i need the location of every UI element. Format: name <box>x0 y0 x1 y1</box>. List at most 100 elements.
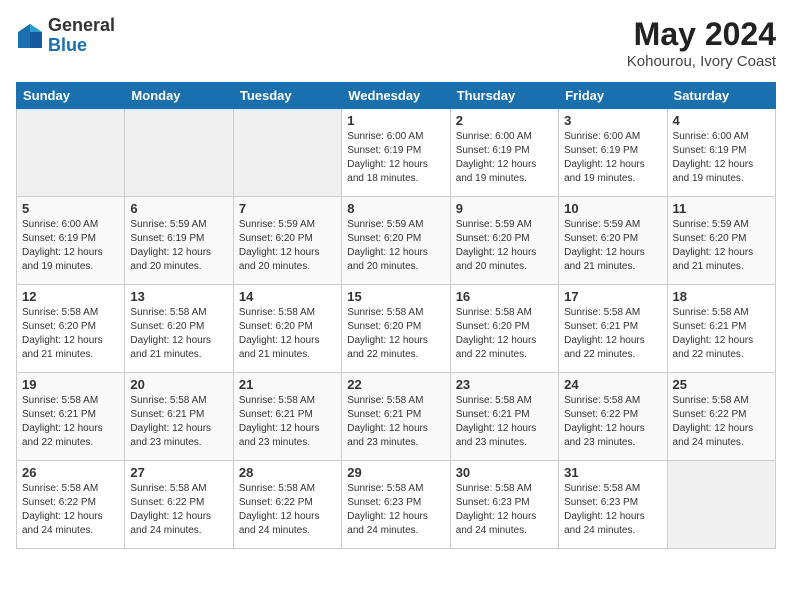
day-number: 14 <box>239 289 336 304</box>
day-info: Sunrise: 5:58 AM Sunset: 6:23 PM Dayligh… <box>347 482 444 538</box>
day-info: Sunrise: 5:58 AM Sunset: 6:20 PM Dayligh… <box>239 306 336 362</box>
calendar-title: May 2024 <box>627 16 776 53</box>
day-number: 25 <box>673 377 770 392</box>
day-info: Sunrise: 5:58 AM Sunset: 6:20 PM Dayligh… <box>456 306 553 362</box>
day-number: 10 <box>564 201 661 216</box>
calendar-cell: 2Sunrise: 6:00 AM Sunset: 6:19 PM Daylig… <box>450 109 558 197</box>
calendar-week-5: 26 Sunrise: 5:58 AM Sunset: 6:22 PM Dayli… <box>17 461 776 549</box>
day-info: Sunrise: 5:58 AM Sunset: 6:21 PM Dayligh… <box>239 394 336 450</box>
calendar-cell: 9 Sunrise: 5:59 AM Sunset: 6:20 PM Daylig… <box>450 197 558 285</box>
day-info: Sunrise: 5:59 AM Sunset: 6:20 PM Dayligh… <box>347 218 444 274</box>
day-info: Sunrise: 5:58 AM Sunset: 6:21 PM Dayligh… <box>22 394 119 450</box>
calendar-table: SundayMondayTuesdayWednesdayThursdayFrid… <box>16 82 776 549</box>
day-info: Sunrise: 5:58 AM Sunset: 6:22 PM Dayligh… <box>130 482 227 538</box>
day-number: 11 <box>673 201 770 216</box>
day-number: 30 <box>456 465 553 480</box>
day-number: 5 <box>22 201 119 216</box>
calendar-cell: 24 Sunrise: 5:58 AM Sunset: 6:22 PM Dayli… <box>559 373 667 461</box>
calendar-cell: 16 Sunrise: 5:58 AM Sunset: 6:20 PM Dayli… <box>450 285 558 373</box>
calendar-cell: 26 Sunrise: 5:58 AM Sunset: 6:22 PM Dayli… <box>17 461 125 549</box>
calendar-cell: 7Sunrise: 5:59 AM Sunset: 6:20 PM Daylig… <box>233 197 341 285</box>
calendar-cell <box>17 109 125 197</box>
day-number: 18 <box>673 289 770 304</box>
day-info: Sunrise: 5:58 AM Sunset: 6:21 PM Dayligh… <box>673 306 770 362</box>
day-info: Sunrise: 5:58 AM Sunset: 6:22 PM Dayligh… <box>673 394 770 450</box>
day-number: 19 <box>22 377 119 392</box>
day-number: 21 <box>239 377 336 392</box>
day-info: Sunrise: 5:59 AM Sunset: 6:20 PM Dayligh… <box>456 218 553 274</box>
day-info: Sunrise: 5:58 AM Sunset: 6:20 PM Dayligh… <box>22 306 119 362</box>
day-number: 17 <box>564 289 661 304</box>
day-number: 13 <box>130 289 227 304</box>
day-number: 28 <box>239 465 336 480</box>
day-number: 26 <box>22 465 119 480</box>
day-header-sunday: Sunday <box>17 83 125 109</box>
day-number: 3 <box>564 113 661 128</box>
day-info: Sunrise: 5:58 AM Sunset: 6:22 PM Dayligh… <box>239 482 336 538</box>
day-info: Sunrise: 5:58 AM Sunset: 6:22 PM Dayligh… <box>564 394 661 450</box>
calendar-week-3: 12 Sunrise: 5:58 AM Sunset: 6:20 PM Dayli… <box>17 285 776 373</box>
calendar-cell: 31Sunrise: 5:58 AM Sunset: 6:23 PM Dayli… <box>559 461 667 549</box>
day-number: 8 <box>347 201 444 216</box>
page-header: General Blue May 2024 Kohourou, Ivory Co… <box>16 16 776 70</box>
day-number: 20 <box>130 377 227 392</box>
calendar-cell: 17 Sunrise: 5:58 AM Sunset: 6:21 PM Dayli… <box>559 285 667 373</box>
calendar-cell: 29 Sunrise: 5:58 AM Sunset: 6:23 PM Dayli… <box>342 461 450 549</box>
day-header-monday: Monday <box>125 83 233 109</box>
day-number: 9 <box>456 201 553 216</box>
calendar-subtitle: Kohourou, Ivory Coast <box>627 53 776 70</box>
day-info: Sunrise: 5:58 AM Sunset: 6:21 PM Dayligh… <box>456 394 553 450</box>
day-info: Sunrise: 5:58 AM Sunset: 6:22 PM Dayligh… <box>22 482 119 538</box>
title-block: May 2024 Kohourou, Ivory Coast <box>627 16 776 70</box>
calendar-cell: 11 Sunrise: 5:59 AM Sunset: 6:20 PM Dayli… <box>667 197 775 285</box>
day-number: 29 <box>347 465 444 480</box>
logo-blue: Blue <box>48 36 115 56</box>
calendar-cell: 14 Sunrise: 5:58 AM Sunset: 6:20 PM Dayli… <box>233 285 341 373</box>
day-number: 27 <box>130 465 227 480</box>
calendar-cell: 4Sunrise: 6:00 AM Sunset: 6:19 PM Daylig… <box>667 109 775 197</box>
day-info: Sunrise: 6:00 AM Sunset: 6:19 PM Dayligh… <box>673 130 770 186</box>
calendar-cell: 19 Sunrise: 5:58 AM Sunset: 6:21 PM Dayli… <box>17 373 125 461</box>
day-info: Sunrise: 5:58 AM Sunset: 6:21 PM Dayligh… <box>130 394 227 450</box>
day-number: 16 <box>456 289 553 304</box>
calendar-week-1: 1 Sunrise: 6:00 AM Sunset: 6:19 PM Daylig… <box>17 109 776 197</box>
calendar-cell: 8 Sunrise: 5:59 AM Sunset: 6:20 PM Daylig… <box>342 197 450 285</box>
logo: General Blue <box>16 16 115 56</box>
day-number: 6 <box>130 201 227 216</box>
calendar-cell: 1 Sunrise: 6:00 AM Sunset: 6:19 PM Daylig… <box>342 109 450 197</box>
calendar-cell: 27 Sunrise: 5:58 AM Sunset: 6:22 PM Dayli… <box>125 461 233 549</box>
day-header-wednesday: Wednesday <box>342 83 450 109</box>
day-info: Sunrise: 5:59 AM Sunset: 6:20 PM Dayligh… <box>564 218 661 274</box>
calendar-cell: 23 Sunrise: 5:58 AM Sunset: 6:21 PM Dayli… <box>450 373 558 461</box>
calendar-cell: 18 Sunrise: 5:58 AM Sunset: 6:21 PM Dayli… <box>667 285 775 373</box>
day-info: Sunrise: 6:00 AM Sunset: 6:19 PM Dayligh… <box>22 218 119 274</box>
logo-icon <box>16 22 44 50</box>
day-info: Sunrise: 5:58 AM Sunset: 6:21 PM Dayligh… <box>347 394 444 450</box>
calendar-cell: 15Sunrise: 5:58 AM Sunset: 6:20 PM Dayli… <box>342 285 450 373</box>
calendar-header-row: SundayMondayTuesdayWednesdayThursdayFrid… <box>17 83 776 109</box>
day-info: Sunrise: 6:00 AM Sunset: 6:19 PM Dayligh… <box>347 130 444 186</box>
day-info: Sunrise: 5:59 AM Sunset: 6:20 PM Dayligh… <box>673 218 770 274</box>
calendar-cell: 20 Sunrise: 5:58 AM Sunset: 6:21 PM Dayli… <box>125 373 233 461</box>
calendar-cell: 5 Sunrise: 6:00 AM Sunset: 6:19 PM Daylig… <box>17 197 125 285</box>
day-info: Sunrise: 6:00 AM Sunset: 6:19 PM Dayligh… <box>456 130 553 186</box>
calendar-week-4: 19 Sunrise: 5:58 AM Sunset: 6:21 PM Dayli… <box>17 373 776 461</box>
day-info: Sunrise: 5:58 AM Sunset: 6:21 PM Dayligh… <box>564 306 661 362</box>
day-number: 1 <box>347 113 444 128</box>
day-number: 22 <box>347 377 444 392</box>
logo-general: General <box>48 16 115 36</box>
day-number: 24 <box>564 377 661 392</box>
day-number: 23 <box>456 377 553 392</box>
calendar-cell: 12 Sunrise: 5:58 AM Sunset: 6:20 PM Dayli… <box>17 285 125 373</box>
day-info: Sunrise: 6:00 AM Sunset: 6:19 PM Dayligh… <box>564 130 661 186</box>
calendar-cell: 13Sunrise: 5:58 AM Sunset: 6:20 PM Dayli… <box>125 285 233 373</box>
day-number: 12 <box>22 289 119 304</box>
day-header-thursday: Thursday <box>450 83 558 109</box>
day-info: Sunrise: 5:58 AM Sunset: 6:23 PM Dayligh… <box>456 482 553 538</box>
day-number: 31 <box>564 465 661 480</box>
calendar-cell: 10 Sunrise: 5:59 AM Sunset: 6:20 PM Dayli… <box>559 197 667 285</box>
calendar-cell: 22 Sunrise: 5:58 AM Sunset: 6:21 PM Dayli… <box>342 373 450 461</box>
calendar-cell: 28 Sunrise: 5:58 AM Sunset: 6:22 PM Dayli… <box>233 461 341 549</box>
day-info: Sunrise: 5:59 AM Sunset: 6:19 PM Dayligh… <box>130 218 227 274</box>
day-info: Sunrise: 5:59 AM Sunset: 6:20 PM Dayligh… <box>239 218 336 274</box>
